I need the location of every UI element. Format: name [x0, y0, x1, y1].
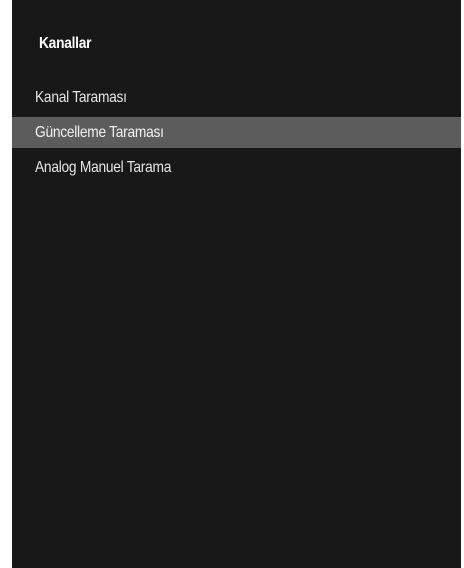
- panel-title: Kanallar: [39, 35, 92, 52]
- channels-panel: Kanallar Kanal Taraması Güncelleme Taram…: [12, 0, 461, 568]
- menu-item-label: Güncelleme Taraması: [35, 124, 164, 141]
- menu-item-analog-manual-scan[interactable]: Analog Manuel Tarama: [12, 154, 461, 181]
- menu-item-label: Kanal Taraması: [35, 89, 127, 106]
- menu-item-update-scan[interactable]: Güncelleme Taraması: [12, 117, 461, 148]
- menu-item-channel-scan[interactable]: Kanal Taraması: [12, 84, 461, 111]
- channels-menu: Kanal Taraması Güncelleme Taraması Analo…: [12, 84, 461, 189]
- menu-item-label: Analog Manuel Tarama: [35, 159, 172, 176]
